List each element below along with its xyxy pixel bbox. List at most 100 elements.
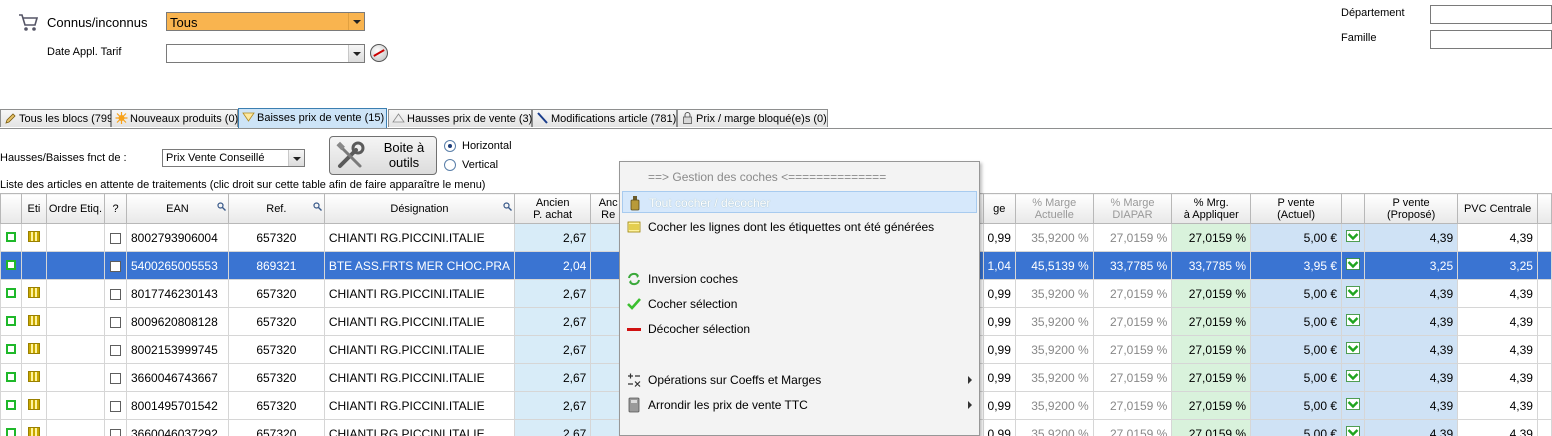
row-checkbox[interactable] — [110, 428, 122, 436]
header-marge-actuelle[interactable]: % Marge Actuelle — [1014, 193, 1094, 224]
row-pv-propose[interactable]: 4,39 — [1364, 223, 1459, 252]
row-flag[interactable] — [1341, 391, 1366, 420]
row-checkbox[interactable] — [110, 400, 122, 412]
departement-input[interactable] — [1430, 5, 1552, 24]
row-pv-propose[interactable]: 4,39 — [1364, 419, 1459, 436]
famille-input[interactable] — [1430, 30, 1552, 49]
menu-operations[interactable]: Opérations sur Coeffs et Marges — [622, 369, 977, 391]
menu-cocher-selection[interactable]: Cocher sélection — [622, 293, 977, 315]
row-checkbox-cell[interactable] — [104, 419, 127, 436]
radio-horizontal[interactable] — [444, 140, 456, 152]
header-pv-propose[interactable]: P vente (Proposé) — [1364, 193, 1459, 224]
header-pvc[interactable]: PVC Centrale — [1457, 193, 1538, 224]
validate-check-icon[interactable] — [1346, 426, 1360, 436]
row-mrg-appliquer[interactable]: 27,0159 % — [1171, 391, 1252, 420]
validate-check-icon[interactable] — [1346, 230, 1360, 242]
header-ancien-achat[interactable]: Ancien P. achat — [513, 193, 592, 224]
row-green-check[interactable] — [0, 307, 22, 336]
green-checkbox-icon[interactable] — [5, 427, 16, 436]
row-green-check[interactable] — [0, 279, 22, 308]
row-pv-propose[interactable]: 4,39 — [1364, 307, 1459, 336]
row-checkbox-cell[interactable] — [104, 307, 127, 336]
header-ean[interactable]: EAN — [126, 193, 229, 224]
row-green-check[interactable] — [0, 363, 22, 392]
row-pv-propose[interactable]: 3,25 — [1364, 251, 1459, 280]
menu-cocher-generees[interactable]: Cocher les lignes dont les étiquettes on… — [622, 216, 977, 238]
row-pv-propose[interactable]: 4,39 — [1364, 391, 1459, 420]
row-flag[interactable] — [1341, 307, 1366, 336]
row-mrg-appliquer[interactable]: 27,0159 % — [1171, 363, 1252, 392]
row-mrg-appliquer[interactable]: 27,0159 % — [1171, 419, 1252, 436]
validate-check-icon[interactable] — [1346, 370, 1360, 382]
row-checkbox-cell[interactable] — [104, 335, 127, 364]
header-ordre[interactable]: Ordre Etiq. — [45, 193, 106, 224]
row-mrg-appliquer[interactable]: 27,0159 % — [1171, 279, 1252, 308]
row-mrg-appliquer[interactable]: 33,7785 % — [1171, 251, 1252, 280]
header-q[interactable]: ? — [104, 193, 127, 224]
row-pv-propose[interactable]: 4,39 — [1364, 279, 1459, 308]
row-green-check[interactable] — [0, 223, 22, 252]
row-flag[interactable] — [1341, 251, 1366, 280]
row-checkbox[interactable] — [110, 232, 122, 244]
hausses-select[interactable]: Prix Vente Conseillé — [162, 149, 305, 167]
header-marge[interactable]: ge — [982, 193, 1016, 224]
row-green-check[interactable] — [0, 391, 22, 420]
green-checkbox-icon[interactable] — [5, 371, 16, 382]
search-icon[interactable] — [313, 202, 322, 211]
row-checkbox[interactable] — [110, 344, 122, 356]
chevron-down-icon[interactable] — [288, 150, 304, 166]
validate-check-icon[interactable] — [1346, 342, 1360, 354]
chevron-down-icon[interactable] — [348, 13, 364, 30]
search-icon[interactable] — [503, 202, 512, 211]
menu-inversion[interactable]: Inversion coches — [622, 268, 977, 290]
header-pv-actuel[interactable]: P vente (Actuel) — [1250, 193, 1343, 224]
row-flag[interactable] — [1341, 279, 1366, 308]
row-checkbox-cell[interactable] — [104, 279, 127, 308]
header-designation[interactable]: Désignation — [323, 193, 516, 224]
menu-decocher-selection[interactable]: Décocher sélection — [622, 318, 977, 340]
row-flag[interactable] — [1341, 363, 1366, 392]
green-checkbox-icon[interactable] — [5, 287, 16, 298]
header-marge-diapar[interactable]: % Marge DIAPAR — [1092, 193, 1173, 224]
toolbox-button[interactable]: Boite à outils — [329, 136, 437, 175]
green-checkbox-icon[interactable] — [5, 231, 16, 242]
green-checkbox-icon[interactable] — [5, 315, 16, 326]
row-flag[interactable] — [1341, 419, 1366, 436]
row-mrg-appliquer[interactable]: 27,0159 % — [1171, 307, 1252, 336]
row-flag[interactable] — [1341, 335, 1366, 364]
header-flag[interactable] — [1341, 193, 1366, 224]
row-checkbox-cell[interactable] — [104, 363, 127, 392]
menu-tout-cocher[interactable]: Tout cocher / décocher — [622, 191, 977, 213]
row-mrg-appliquer[interactable]: 27,0159 % — [1171, 223, 1252, 252]
row-checkbox[interactable] — [110, 316, 122, 328]
validate-check-icon[interactable] — [1346, 314, 1360, 326]
tab-tous-les-blocs[interactable]: Tous les blocs (799) — [0, 109, 117, 127]
validate-check-icon[interactable] — [1346, 286, 1360, 298]
chevron-down-icon[interactable] — [348, 45, 364, 62]
header-ref[interactable]: Ref. — [227, 193, 325, 224]
search-icon[interactable] — [217, 202, 226, 211]
row-checkbox-cell[interactable] — [104, 251, 127, 280]
header-mrg-appliquer[interactable]: % Mrg. à Appliquer — [1171, 193, 1252, 224]
row-green-check[interactable] — [0, 335, 22, 364]
date-select[interactable] — [166, 44, 365, 63]
validate-check-icon[interactable] — [1346, 258, 1360, 270]
row-pv-propose[interactable]: 4,39 — [1364, 363, 1459, 392]
tab-hausses-prix-de-vente[interactable]: Hausses prix de vente (3) — [388, 109, 532, 127]
row-green-check[interactable] — [0, 251, 22, 280]
tab-modifications-article[interactable]: Modifications article (781) — [532, 109, 677, 127]
connus-select[interactable]: Tous — [166, 12, 365, 31]
row-green-check[interactable] — [0, 419, 22, 436]
validate-check-icon[interactable] — [1346, 398, 1360, 410]
header-check[interactable] — [0, 193, 22, 224]
row-checkbox-cell[interactable] — [104, 223, 127, 252]
row-checkbox[interactable] — [110, 260, 122, 272]
row-mrg-appliquer[interactable]: 27,0159 % — [1171, 335, 1252, 364]
row-checkbox[interactable] — [110, 288, 122, 300]
tab-nouveaux-produits[interactable]: Nouveaux produits (0) — [111, 109, 238, 127]
row-pv-propose[interactable]: 4,39 — [1364, 335, 1459, 364]
row-checkbox[interactable] — [110, 372, 122, 384]
row-flag[interactable] — [1341, 223, 1366, 252]
radio-vertical[interactable] — [444, 159, 456, 171]
header-eti[interactable]: Eti — [20, 193, 47, 224]
